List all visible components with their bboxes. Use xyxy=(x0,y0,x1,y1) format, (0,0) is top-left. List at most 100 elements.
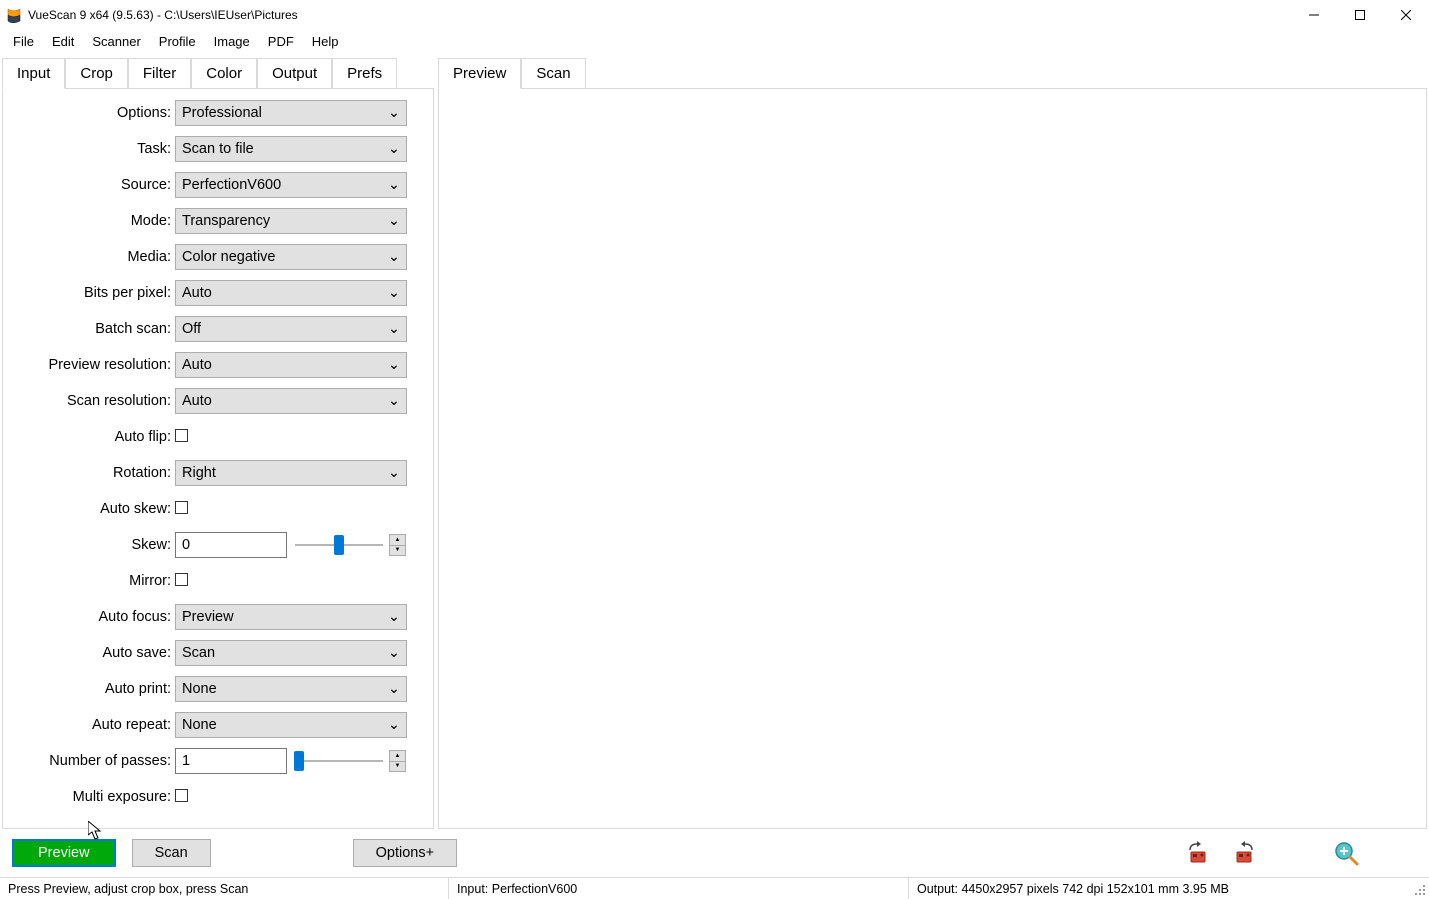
status-output: Output: 4450x2957 pixels 742 dpi 152x101… xyxy=(908,878,1411,899)
scan-resolution-dropdown[interactable]: Auto⌄ xyxy=(175,388,407,414)
tab-input[interactable]: Input xyxy=(2,58,65,89)
chevron-down-icon: ⌄ xyxy=(388,213,400,229)
rotate-right-icon[interactable] xyxy=(1229,838,1259,868)
menu-pdf[interactable]: PDF xyxy=(259,32,303,51)
rotation-dropdown[interactable]: Right⌄ xyxy=(175,460,407,486)
mirror-checkbox[interactable] xyxy=(175,573,188,586)
skew-input[interactable]: 0 xyxy=(175,532,287,558)
rotation-label: Rotation: xyxy=(3,465,175,481)
zoom-in-icon[interactable] xyxy=(1331,838,1361,868)
mode-label: Mode: xyxy=(3,213,175,229)
multi-exposure-checkbox[interactable] xyxy=(175,789,188,802)
preview-resolution-dropdown[interactable]: Auto⌄ xyxy=(175,352,407,378)
auto-flip-label: Auto flip: xyxy=(3,429,175,445)
chevron-down-icon: ⌄ xyxy=(388,465,400,481)
auto-focus-dropdown[interactable]: Preview⌄ xyxy=(175,604,407,630)
chevron-down-icon: ⌄ xyxy=(388,393,400,409)
tab-crop[interactable]: Crop xyxy=(65,58,128,89)
chevron-down-icon: ⌄ xyxy=(388,105,400,121)
chevron-down-icon: ⌄ xyxy=(388,177,400,193)
resize-grip-icon[interactable] xyxy=(1411,878,1429,899)
maximize-button[interactable] xyxy=(1337,0,1383,30)
batch-scan-dropdown[interactable]: Off⌄ xyxy=(175,316,407,342)
number-of-passes-input[interactable]: 1 xyxy=(175,748,287,774)
source-label: Source: xyxy=(3,177,175,193)
auto-repeat-label: Auto repeat: xyxy=(3,717,175,733)
menu-edit[interactable]: Edit xyxy=(43,32,83,51)
tab-output[interactable]: Output xyxy=(257,58,332,89)
left-tabstrip: Input Crop Filter Color Output Prefs xyxy=(2,57,434,88)
spinner-up-icon[interactable]: ▲ xyxy=(390,751,405,762)
preview-resolution-label: Preview resolution: xyxy=(3,357,175,373)
skew-label: Skew: xyxy=(3,537,175,553)
preview-area xyxy=(438,88,1427,829)
options-plus-button[interactable]: Options+ xyxy=(353,839,457,867)
menubar: File Edit Scanner Profile Image PDF Help xyxy=(0,30,1429,52)
bits-per-pixel-dropdown[interactable]: Auto⌄ xyxy=(175,280,407,306)
mode-dropdown[interactable]: Transparency⌄ xyxy=(175,208,407,234)
statusbar: Press Preview, adjust crop box, press Sc… xyxy=(0,877,1429,899)
right-tabstrip: Preview Scan xyxy=(438,57,1427,88)
close-button[interactable] xyxy=(1383,0,1429,30)
tab-prefs[interactable]: Prefs xyxy=(332,58,397,89)
task-dropdown[interactable]: Scan to file⌄ xyxy=(175,136,407,162)
bits-per-pixel-label: Bits per pixel: xyxy=(3,285,175,301)
tab-preview[interactable]: Preview xyxy=(438,58,521,89)
status-hint: Press Preview, adjust crop box, press Sc… xyxy=(0,878,448,899)
multi-exposure-label: Multi exposure: xyxy=(3,789,175,805)
options-dropdown[interactable]: Professional⌄ xyxy=(175,100,407,126)
spinner-up-icon[interactable]: ▲ xyxy=(390,535,405,546)
options-label: Options: xyxy=(3,105,175,121)
mirror-label: Mirror: xyxy=(3,573,175,589)
auto-print-dropdown[interactable]: None⌄ xyxy=(175,676,407,702)
media-dropdown[interactable]: Color negative⌄ xyxy=(175,244,407,270)
auto-focus-label: Auto focus: xyxy=(3,609,175,625)
bottom-toolbar: Preview Scan Options+ xyxy=(0,829,1429,877)
chevron-down-icon: ⌄ xyxy=(388,681,400,697)
status-input: Input: PerfectionV600 xyxy=(448,878,908,899)
menu-help[interactable]: Help xyxy=(303,32,348,51)
chevron-down-icon: ⌄ xyxy=(388,717,400,733)
rotate-left-icon[interactable] xyxy=(1183,838,1213,868)
tab-scan[interactable]: Scan xyxy=(521,58,585,89)
chevron-down-icon: ⌄ xyxy=(388,609,400,625)
titlebar: VueScan 9 x64 (9.5.63) - C:\Users\IEUser… xyxy=(0,0,1429,30)
tab-color[interactable]: Color xyxy=(191,58,257,89)
menu-image[interactable]: Image xyxy=(205,32,259,51)
menu-file[interactable]: File xyxy=(4,32,43,51)
auto-skew-checkbox[interactable] xyxy=(175,501,188,514)
chevron-down-icon: ⌄ xyxy=(388,285,400,301)
chevron-down-icon: ⌄ xyxy=(388,321,400,337)
auto-print-label: Auto print: xyxy=(3,681,175,697)
input-form-scroll[interactable]: Options: Professional⌄ Task: Scan to fil… xyxy=(3,89,433,828)
auto-save-label: Auto save: xyxy=(3,645,175,661)
chevron-down-icon: ⌄ xyxy=(388,141,400,157)
menu-scanner[interactable]: Scanner xyxy=(83,32,149,51)
minimize-button[interactable] xyxy=(1291,0,1337,30)
spinner-down-icon[interactable]: ▼ xyxy=(390,546,405,556)
auto-flip-checkbox[interactable] xyxy=(175,429,188,442)
app-icon xyxy=(6,7,22,23)
spinner-down-icon[interactable]: ▼ xyxy=(390,762,405,772)
source-dropdown[interactable]: PerfectionV600⌄ xyxy=(175,172,407,198)
auto-skew-label: Auto skew: xyxy=(3,501,175,517)
chevron-down-icon: ⌄ xyxy=(388,357,400,373)
number-of-passes-spinner[interactable]: ▲▼ xyxy=(389,750,406,772)
tab-filter[interactable]: Filter xyxy=(128,58,191,89)
chevron-down-icon: ⌄ xyxy=(388,645,400,661)
auto-repeat-dropdown[interactable]: None⌄ xyxy=(175,712,407,738)
task-label: Task: xyxy=(3,141,175,157)
preview-button[interactable]: Preview xyxy=(12,839,116,867)
media-label: Media: xyxy=(3,249,175,265)
scan-button[interactable]: Scan xyxy=(132,839,211,867)
menu-profile[interactable]: Profile xyxy=(150,32,205,51)
skew-spinner[interactable]: ▲▼ xyxy=(389,534,406,556)
window-title: VueScan 9 x64 (9.5.63) - C:\Users\IEUser… xyxy=(28,8,298,22)
number-of-passes-label: Number of passes: xyxy=(3,753,175,769)
chevron-down-icon: ⌄ xyxy=(388,249,400,265)
skew-slider[interactable] xyxy=(295,544,383,546)
batch-scan-label: Batch scan: xyxy=(3,321,175,337)
scan-resolution-label: Scan resolution: xyxy=(3,393,175,409)
auto-save-dropdown[interactable]: Scan⌄ xyxy=(175,640,407,666)
number-of-passes-slider[interactable] xyxy=(295,760,383,762)
